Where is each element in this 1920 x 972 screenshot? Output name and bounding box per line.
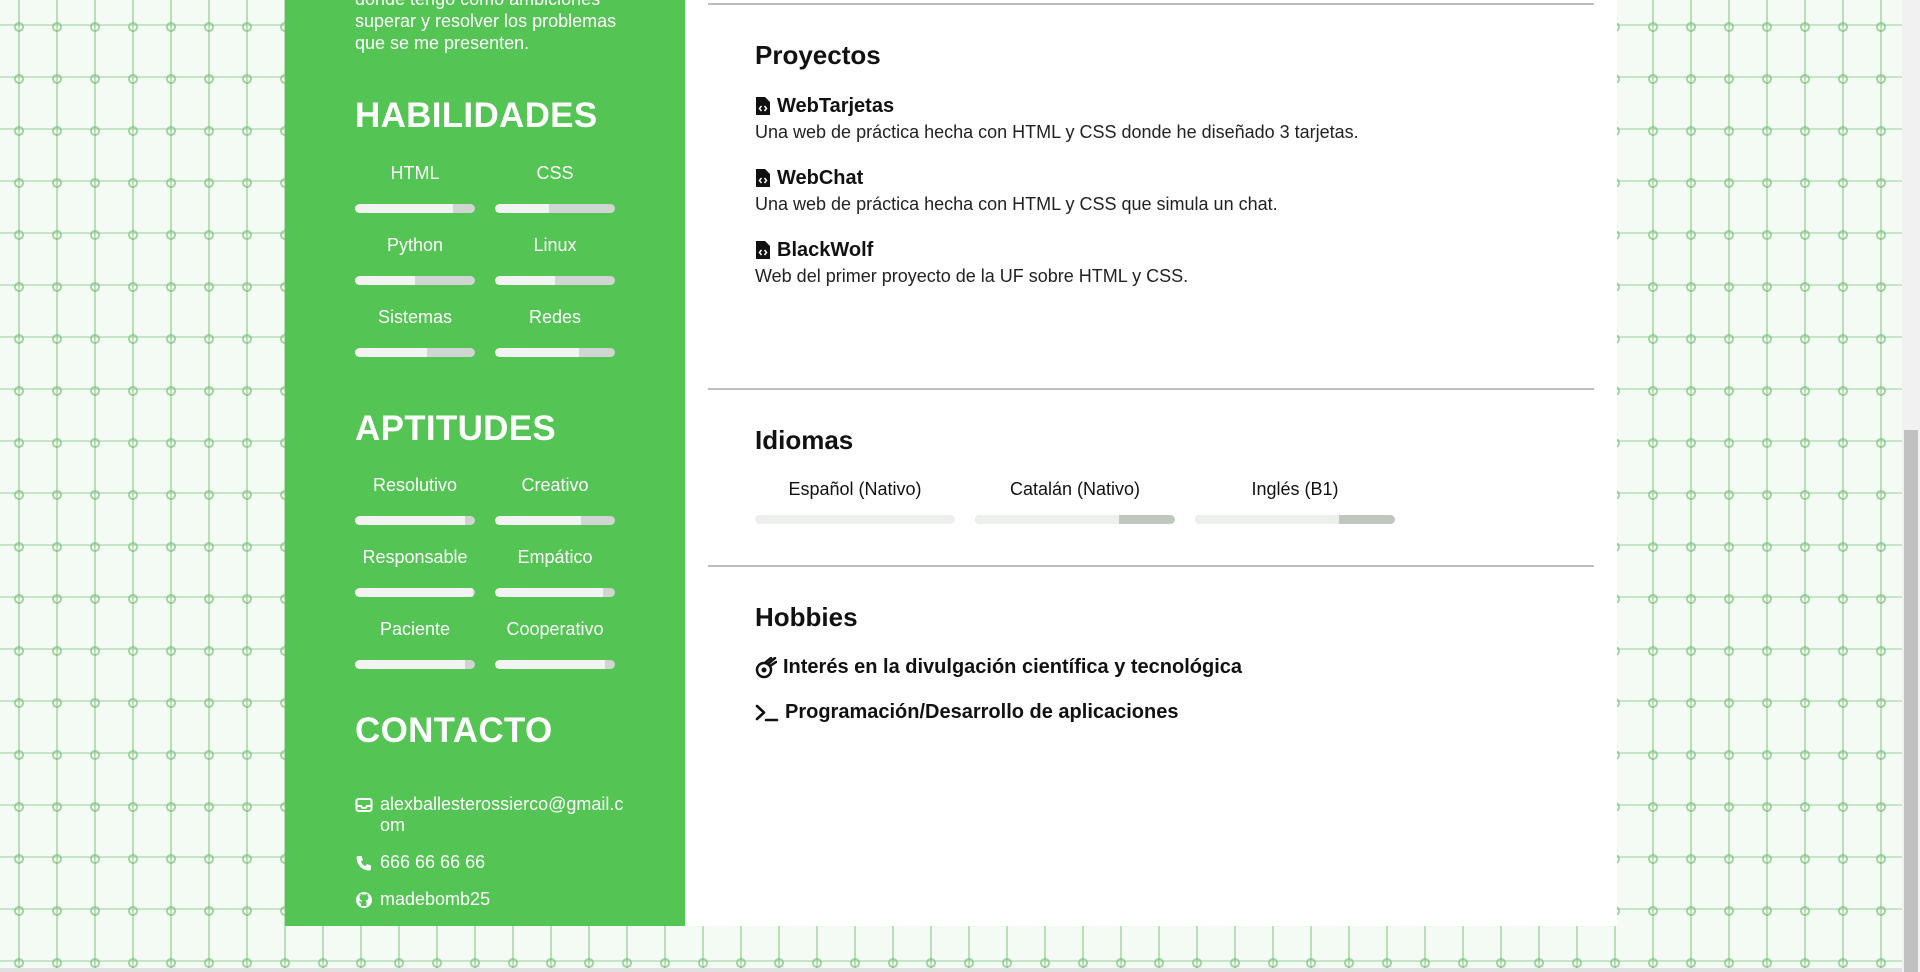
project-name[interactable]: WebTarjetas <box>777 95 894 118</box>
aptitudes-title: APTITUDES <box>355 409 557 448</box>
projects-title: Proyectos <box>755 40 881 70</box>
intro-text: donde tengo como ambiciones superar y re… <box>355 0 625 54</box>
skill-python: Python <box>355 234 475 285</box>
skill-label: Linux <box>533 235 577 255</box>
aptitude-label: Paciente <box>379 619 451 639</box>
hobby-item: Programación/Desarrollo de aplicaciones <box>755 701 1178 724</box>
main-content: Proyectos WebTarjetas Una web de práctic… <box>708 0 1594 926</box>
aptitude-creativo: Creativo <box>495 474 615 525</box>
language-bar <box>755 515 955 524</box>
skill-redes: Redes <box>495 306 615 357</box>
meteor-icon <box>755 656 777 678</box>
language-bar <box>1195 515 1395 524</box>
project-description: Una web de práctica hecha con HTML y CSS… <box>755 122 1359 142</box>
aptitude-bar <box>355 588 475 597</box>
aptitude-label: Cooperativo <box>506 619 604 639</box>
intro-line: superar y resolver los problemas <box>355 11 617 31</box>
contact-title: CONTACTO <box>355 711 553 750</box>
language-label: Español (Nativo) <box>788 479 922 499</box>
skill-bar <box>495 348 615 357</box>
file-code-icon <box>756 169 770 187</box>
aptitude-empatico: Empático <box>495 546 615 597</box>
skill-label: Redes <box>528 307 582 327</box>
hobby-label: Interés en la divulgación científica y t… <box>783 656 1243 678</box>
github-text[interactable]: madebomb25 <box>380 889 490 909</box>
aptitude-bar <box>355 516 475 525</box>
project-name[interactable]: BlackWolf <box>777 239 873 262</box>
aptitude-responsable: Responsable <box>355 546 475 597</box>
skill-bar <box>355 276 475 285</box>
project-description: Una web de práctica hecha con HTML y CSS… <box>755 194 1278 214</box>
skill-label: HTML <box>390 163 440 183</box>
skill-html: HTML <box>355 162 475 213</box>
language-label: Catalán (Nativo) <box>1009 479 1141 499</box>
skill-bar <box>355 204 475 213</box>
project-item[interactable]: WebChat Una web de práctica hecha con HT… <box>755 166 1555 215</box>
aptitude-bar <box>495 516 615 525</box>
language-label: Inglés (B1) <box>1251 479 1339 499</box>
language-item: Catalán (Nativo) <box>975 478 1175 524</box>
skill-sistemas: Sistemas <box>355 306 475 357</box>
aptitude-bar <box>495 588 615 597</box>
intro-line: donde tengo como ambiciones <box>355 0 625 10</box>
github-icon <box>356 892 372 908</box>
sidebar: donde tengo como ambiciones superar y re… <box>285 0 685 926</box>
section-divider <box>708 565 1594 567</box>
aptitude-paciente: Paciente <box>355 618 475 669</box>
skill-linux: Linux <box>495 234 615 285</box>
phone-icon <box>356 856 371 871</box>
aptitude-bar <box>355 660 475 669</box>
project-name[interactable]: WebChat <box>777 167 863 190</box>
section-divider <box>708 388 1594 390</box>
contact-phone[interactable]: 666 66 66 66 <box>355 852 625 873</box>
intro-line: que se me presenten. <box>355 33 530 53</box>
phone-text[interactable]: 666 66 66 66 <box>380 852 485 872</box>
aptitude-cooperativo: Cooperativo <box>495 618 615 669</box>
vertical-scrollbar[interactable] <box>1902 0 1920 972</box>
file-code-icon <box>756 241 770 259</box>
email-text[interactable]: alexballesterossierco@gmail.com <box>380 794 623 835</box>
skills-title: HABILIDADES <box>355 96 598 135</box>
contact-github[interactable]: madebomb25 <box>355 889 625 910</box>
project-item[interactable]: BlackWolf Web del primer proyecto de la … <box>755 238 1555 287</box>
aptitude-bar <box>495 660 615 669</box>
project-description: Web del primer proyecto de la UF sobre H… <box>755 266 1189 286</box>
aptitude-label: Creativo <box>521 475 589 495</box>
cv-card: donde tengo como ambiciones superar y re… <box>285 0 1617 926</box>
language-bar <box>975 515 1175 524</box>
scrollbar-thumb[interactable] <box>1904 430 1918 972</box>
languages-title: Idiomas <box>755 425 854 455</box>
aptitude-label: Resolutivo <box>372 475 458 495</box>
skill-bar <box>355 348 475 357</box>
skill-label: Sistemas <box>377 307 453 327</box>
section-divider <box>708 3 1594 5</box>
hobby-item: Interés en la divulgación científica y t… <box>755 656 1242 679</box>
skill-bar <box>495 276 615 285</box>
skill-bar <box>495 204 615 213</box>
page-bottom-edge <box>0 968 1902 972</box>
aptitude-label: Empático <box>517 547 593 567</box>
file-code-icon <box>756 97 770 115</box>
language-item: Español (Nativo) <box>755 478 955 524</box>
hobby-label: Programación/Desarrollo de aplicaciones <box>785 701 1179 723</box>
inbox-icon <box>355 798 373 812</box>
project-item[interactable]: WebTarjetas Una web de práctica hecha co… <box>755 94 1555 143</box>
aptitude-resolutivo: Resolutivo <box>355 474 475 525</box>
terminal-icon <box>755 704 779 721</box>
language-item: Inglés (B1) <box>1195 478 1395 524</box>
skill-css: CSS <box>495 162 615 213</box>
skill-label: CSS <box>536 163 574 183</box>
hobbies-title: Hobbies <box>755 602 858 632</box>
contact-email[interactable]: alexballesterossierco@gmail.com <box>355 794 625 836</box>
aptitude-label: Responsable <box>362 547 468 567</box>
skill-label: Python <box>386 235 444 255</box>
